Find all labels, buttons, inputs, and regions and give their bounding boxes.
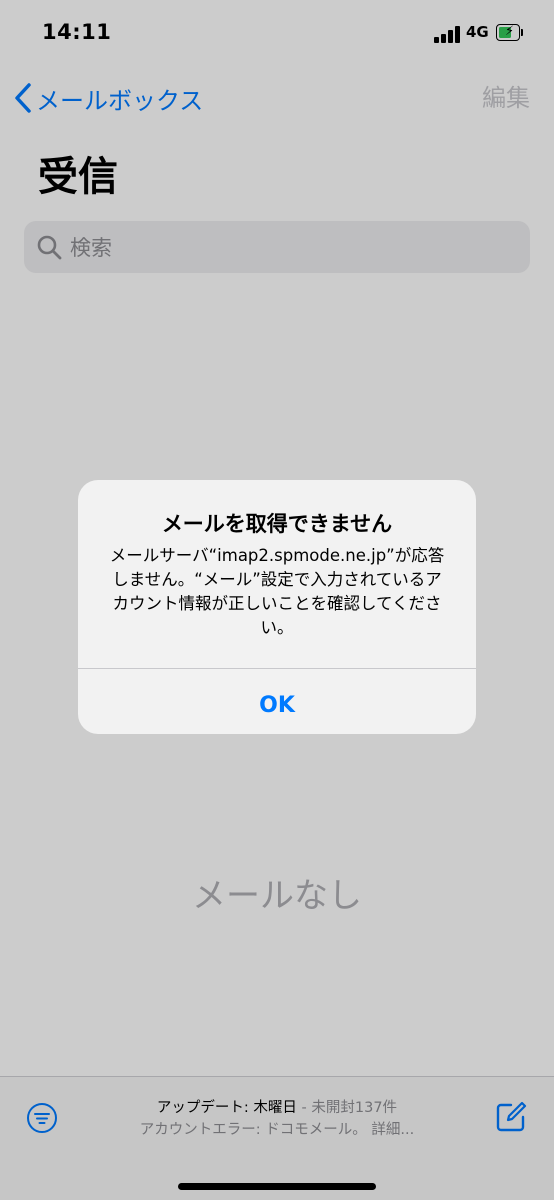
alert-message: メールサーバ“imap2.spmode.ne.jp”が応答しません。“メール”設… bbox=[109, 546, 445, 637]
alert-dialog: メールを取得できません メールサーバ“imap2.spmode.ne.jp”が応… bbox=[78, 480, 476, 734]
mail-inbox-screen: 14:11 4G ⚡ メールボックス 編集 受信 メールなし bbox=[0, 0, 554, 1200]
ok-button[interactable]: OK bbox=[78, 669, 476, 734]
alert-title: メールを取得できません bbox=[161, 512, 393, 536]
